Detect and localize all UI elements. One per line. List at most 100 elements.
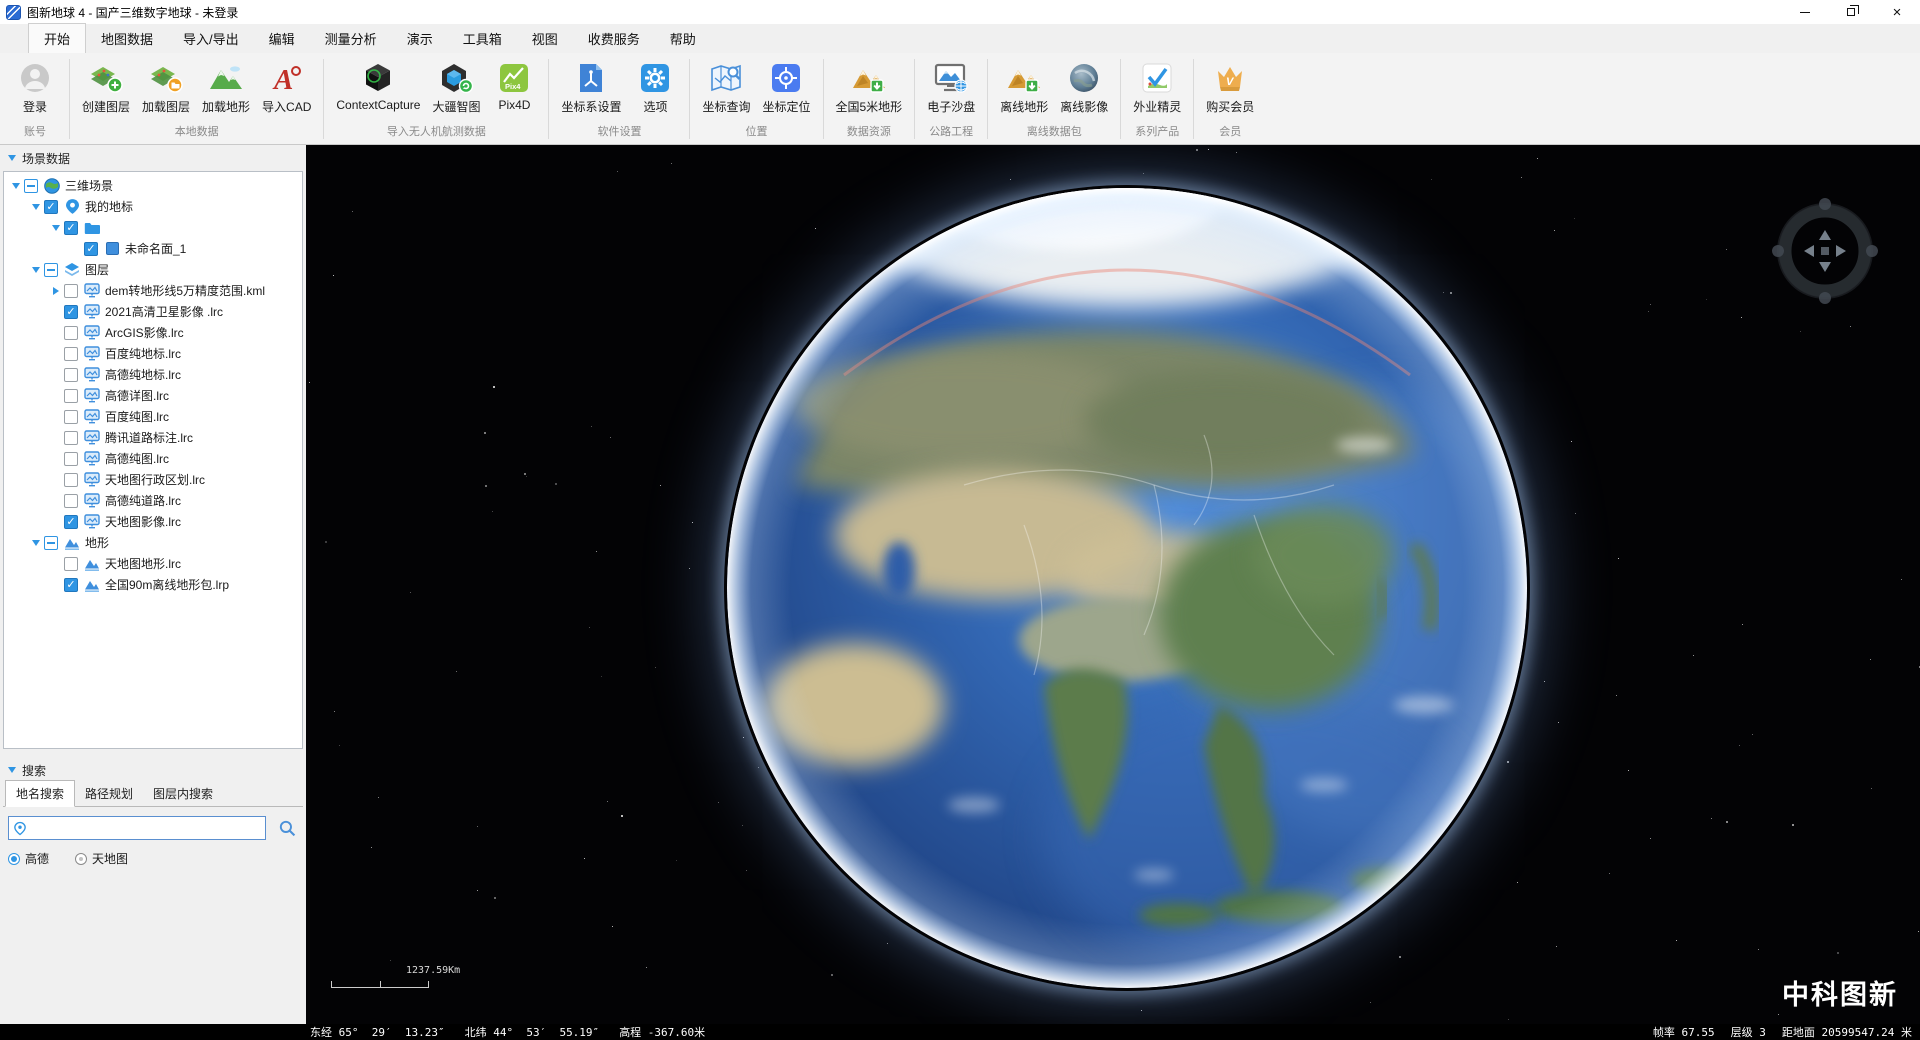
tree-item-layer-tianditu-terrain[interactable]: 天地图地形.lrc	[4, 553, 302, 574]
national-5m-terrain-button[interactable]: 全国5米地形	[831, 57, 908, 119]
pix4d-button[interactable]: Pix4Pix4D	[487, 57, 541, 119]
expander-icon[interactable]	[28, 536, 43, 550]
ribbon-separator	[323, 59, 324, 139]
tree-item-layer-dem-contour[interactable]: dem转地形线5万精度范围.kml	[4, 280, 302, 301]
checkbox[interactable]: ✓	[44, 200, 58, 214]
tree-item-layer-tianditu-admin[interactable]: 天地图行政区划.lrc	[4, 469, 302, 490]
tree-item-layers-group[interactable]: 图层	[4, 259, 302, 280]
expander-icon[interactable]	[48, 284, 63, 298]
checkbox[interactable]: ✓	[64, 578, 78, 592]
star	[1609, 873, 1610, 874]
checkbox[interactable]	[64, 326, 78, 340]
checkbox[interactable]	[64, 410, 78, 424]
tab-route-planning[interactable]: 路径规划	[75, 781, 143, 806]
map-viewport[interactable]: 1237.59Km 中科图新	[306, 145, 1920, 1024]
checkbox[interactable]	[64, 494, 78, 508]
tree-item-scene-3d[interactable]: 三维场景	[4, 175, 302, 196]
star	[390, 960, 391, 961]
tree-item-terrain-group[interactable]: 地形	[4, 532, 302, 553]
minimize-button[interactable]	[1782, 0, 1828, 24]
checkbox[interactable]	[64, 284, 78, 298]
checkbox[interactable]: ✓	[64, 221, 78, 235]
load-layer-button[interactable]: 加载图层	[137, 57, 195, 119]
checkbox[interactable]	[24, 179, 38, 193]
crs-settings-icon	[576, 59, 606, 97]
tree-item-layer-amap-detail[interactable]: 高德详图.lrc	[4, 385, 302, 406]
create-layer-button[interactable]: 创建图层	[77, 57, 135, 119]
tab-place-search[interactable]: 地名搜索	[5, 780, 75, 807]
tree-item-label: 图层	[85, 261, 109, 278]
coord-locate-button[interactable]: 坐标定位	[757, 57, 815, 119]
tree-item-my-placemarks[interactable]: ✓我的地标	[4, 196, 302, 217]
tree-item-unnamed-polygon[interactable]: ✓未命名面_1	[4, 238, 302, 259]
checkbox[interactable]: ✓	[64, 515, 78, 529]
earth-globe[interactable]	[724, 185, 1530, 991]
checkbox[interactable]	[64, 389, 78, 403]
checkbox[interactable]	[64, 452, 78, 466]
checkbox[interactable]	[64, 368, 78, 382]
tree-item-layer-2021-satellite[interactable]: ✓2021高清卫星影像 .lrc	[4, 301, 302, 322]
electronic-sandbox-button[interactable]: 电子沙盘	[922, 57, 980, 119]
menu-item-presentation[interactable]: 演示	[392, 24, 448, 53]
menu-item-view[interactable]: 视图	[517, 24, 573, 53]
expander-icon[interactable]	[28, 263, 43, 277]
buy-membership-button[interactable]: V购买会员	[1201, 57, 1259, 119]
coord-query-button[interactable]: 坐标查询	[697, 57, 755, 119]
ribbon-group: 坐标查询坐标定位位置	[691, 54, 821, 144]
login-button[interactable]: 登录	[8, 57, 62, 119]
contextcapture-button[interactable]: ContextCapture	[331, 57, 425, 119]
menu-item-toolbox[interactable]: 工具箱	[448, 24, 517, 53]
tree-item-layer-tencent-road-labels[interactable]: 腾讯道路标注.lrc	[4, 427, 302, 448]
menu-item-map-data[interactable]: 地图数据	[86, 24, 168, 53]
radio-amap[interactable]: 高德	[8, 850, 49, 867]
field-genius-button[interactable]: 外业精灵	[1128, 57, 1186, 119]
tab-layer-search[interactable]: 图层内搜索	[143, 781, 223, 806]
checkbox[interactable]: ✓	[64, 305, 78, 319]
search-button[interactable]	[276, 817, 298, 839]
checkbox[interactable]: ✓	[84, 242, 98, 256]
ribbon-group-label: 会员	[1201, 121, 1259, 144]
menu-item-help[interactable]: 帮助	[655, 24, 711, 53]
expander-icon[interactable]	[8, 179, 23, 193]
menu-item-start[interactable]: 开始	[28, 23, 86, 53]
tree-item-label: 高德纯图.lrc	[105, 450, 169, 467]
tree-item-layer-baidu-map[interactable]: 百度纯图.lrc	[4, 406, 302, 427]
tree-item-layer-baidu-labels[interactable]: 百度纯地标.lrc	[4, 343, 302, 364]
expander-icon[interactable]	[28, 200, 43, 214]
checkbox[interactable]	[64, 347, 78, 361]
button-label: 加载地形	[202, 98, 250, 115]
tree-item-layer-tianditu-imagery[interactable]: ✓天地图影像.lrc	[4, 511, 302, 532]
offline-imagery-button[interactable]: 离线影像	[1055, 57, 1113, 119]
tree-item-layer-amap-map[interactable]: 高德纯图.lrc	[4, 448, 302, 469]
expander-icon[interactable]	[48, 221, 63, 235]
menu-item-paid-services[interactable]: 收费服务	[573, 24, 655, 53]
tree-item-label: 天地图地形.lrc	[105, 555, 181, 572]
checkbox[interactable]	[64, 557, 78, 571]
import-cad-button[interactable]: A导入CAD	[257, 57, 316, 119]
imagery-layer-icon	[83, 514, 101, 529]
tree-item-layer-national-90m-terrain[interactable]: ✓全国90m离线地形包.lrp	[4, 574, 302, 595]
search-input[interactable]	[29, 817, 265, 839]
crs-settings-button[interactable]: 坐标系设置	[556, 57, 626, 119]
star	[1726, 821, 1728, 823]
close-button[interactable]: ×	[1874, 0, 1920, 24]
dji-terra-button[interactable]: 大疆智图	[427, 57, 485, 119]
restore-button[interactable]	[1828, 0, 1874, 24]
scene-data-header[interactable]: 场景数据	[0, 145, 306, 171]
menu-item-import-export[interactable]: 导入/导出	[168, 24, 254, 53]
tree-item-layer-arcgis-imagery[interactable]: ArcGIS影像.lrc	[4, 322, 302, 343]
tree-item-placemark-folder[interactable]: ✓	[4, 217, 302, 238]
radio-tianditu[interactable]: 天地图	[75, 850, 128, 867]
navigation-compass[interactable]	[1770, 196, 1880, 306]
checkbox[interactable]	[64, 431, 78, 445]
options-button[interactable]: 选项	[628, 57, 682, 119]
tree-item-layer-amap-roads[interactable]: 高德纯道路.lrc	[4, 490, 302, 511]
checkbox[interactable]	[64, 473, 78, 487]
checkbox[interactable]	[44, 263, 58, 277]
tree-item-layer-amap-labels[interactable]: 高德纯地标.lrc	[4, 364, 302, 385]
checkbox[interactable]	[44, 536, 58, 550]
menu-item-measure-analysis[interactable]: 测量分析	[310, 24, 392, 53]
offline-terrain-button[interactable]: 离线地形	[995, 57, 1053, 119]
load-terrain-button[interactable]: 加载地形	[197, 57, 255, 119]
menu-item-edit[interactable]: 编辑	[254, 24, 310, 53]
